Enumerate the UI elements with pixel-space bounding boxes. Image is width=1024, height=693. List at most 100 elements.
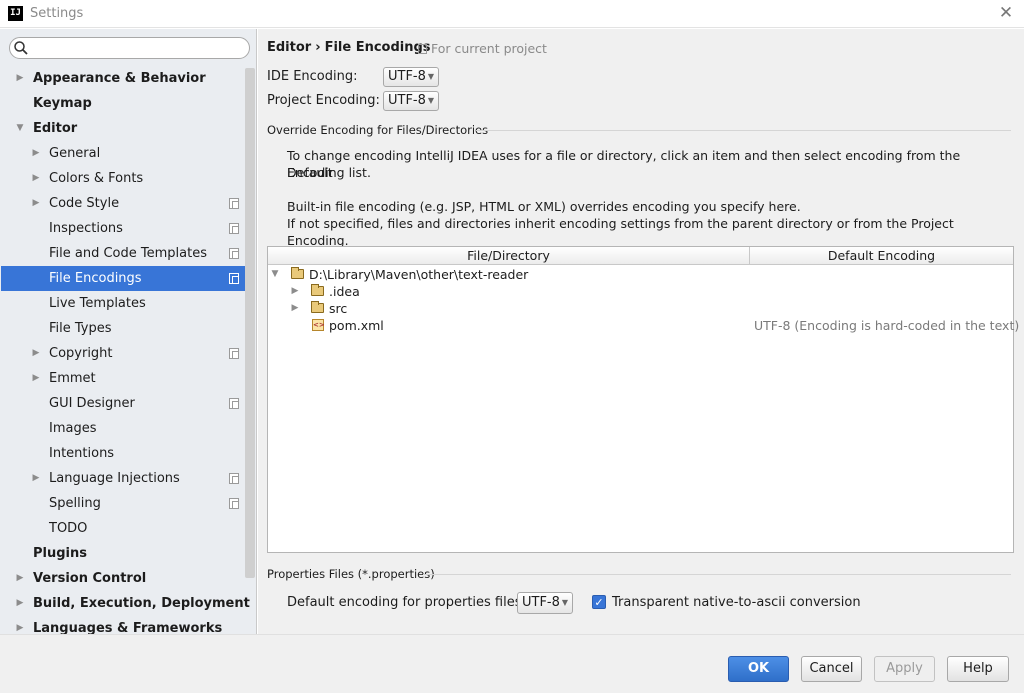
properties-encoding-label: Default encoding for properties files:: [287, 595, 526, 610]
project-scope-icon: [229, 473, 239, 484]
column-header-file-directory[interactable]: File/Directory: [268, 247, 750, 265]
sidebar-item-keymap[interactable]: Keymap: [1, 91, 245, 116]
project-scope-icon: [229, 223, 239, 234]
sidebar-item-general[interactable]: ▶ General: [1, 141, 245, 166]
sidebar-item-label: Language Injections: [49, 471, 180, 486]
table-row[interactable]: ▶ src: [268, 300, 1013, 317]
sidebar-item-label: Keymap: [33, 96, 92, 111]
search-input[interactable]: [32, 39, 244, 57]
sidebar-item-copyright[interactable]: ▶ Copyright: [1, 341, 245, 366]
sidebar-item-label: Spelling: [49, 496, 101, 511]
properties-encoding-value: UTF-8: [522, 595, 560, 610]
sidebar-item-inspections[interactable]: Inspections: [1, 216, 245, 241]
sidebar-item-file-code-templates[interactable]: File and Code Templates: [1, 241, 245, 266]
column-header-default-encoding[interactable]: Default Encoding: [750, 247, 1013, 265]
chevron-down-icon: ▼: [427, 96, 434, 105]
project-encoding-label: Project Encoding:: [267, 93, 380, 108]
sidebar-item-images[interactable]: Images: [1, 416, 245, 441]
project-scope-icon: [418, 44, 427, 54]
ide-encoding-select[interactable]: UTF-8 ▼: [383, 67, 439, 87]
project-scope-icon: [229, 348, 239, 359]
sidebar-item-label: Languages & Frameworks: [33, 621, 223, 634]
sidebar-item-intentions[interactable]: Intentions: [1, 441, 245, 466]
apply-button[interactable]: Apply: [874, 656, 935, 682]
breadcrumb: Editor › File Encodings: [267, 40, 431, 55]
table-row[interactable]: ▶ .idea: [268, 283, 1013, 300]
override-section-title: Override Encoding for Files/Directories: [267, 123, 489, 137]
folder-icon: [291, 267, 304, 279]
expand-arrow-icon[interactable]: ▶: [14, 591, 26, 616]
collapse-arrow-icon[interactable]: ▼: [14, 116, 26, 141]
sidebar-item-label: Colors & Fonts: [49, 171, 144, 186]
page-title: File Encodings: [324, 40, 431, 55]
settings-search[interactable]: [9, 37, 250, 59]
sidebar-item-spelling[interactable]: Spelling: [1, 491, 245, 516]
sidebar-item-label: Version Control: [33, 571, 147, 586]
project-scope-icon: [229, 398, 239, 409]
project-encoding-select[interactable]: UTF-8 ▼: [383, 91, 439, 111]
sidebar-item-label: File Types: [49, 321, 112, 336]
breadcrumb-parent[interactable]: Editor: [267, 40, 311, 55]
ide-encoding-value: UTF-8: [388, 69, 426, 84]
sidebar-item-colors-fonts[interactable]: ▶ Colors & Fonts: [1, 166, 245, 191]
sidebar-item-build-execution-deployment[interactable]: ▶ Build, Execution, Deployment: [1, 591, 250, 616]
expand-arrow-icon[interactable]: ▶: [14, 616, 26, 634]
expand-arrow-icon[interactable]: ▶: [30, 466, 42, 491]
expand-arrow-icon[interactable]: ▶: [30, 341, 42, 366]
expand-arrow-icon[interactable]: ▶: [30, 141, 42, 166]
sidebar-item-editor[interactable]: ▼ Editor: [1, 116, 245, 141]
title-bar: IJ Settings ✕: [0, 0, 1024, 28]
sidebar-item-emmet[interactable]: ▶ Emmet: [1, 366, 245, 391]
sidebar-item-label: Images: [49, 421, 97, 436]
project-scope-icon: [229, 198, 239, 209]
collapse-arrow-icon[interactable]: ▼: [269, 266, 281, 283]
expand-arrow-icon[interactable]: ▶: [14, 66, 26, 91]
ok-button[interactable]: OK: [728, 656, 789, 682]
transparent-conversion-checkbox[interactable]: ✓: [592, 595, 606, 609]
sidebar-item-label: Code Style: [49, 196, 120, 211]
sidebar-item-live-templates[interactable]: Live Templates: [1, 291, 245, 316]
sidebar-item-label: Inspections: [49, 221, 123, 236]
sidebar-item-label: Intentions: [49, 446, 115, 461]
cancel-button[interactable]: Cancel: [801, 656, 862, 682]
encoding-table[interactable]: File/Directory Default Encoding ▼ D:\Lib…: [267, 246, 1019, 553]
sidebar-item-label: Editor: [33, 121, 78, 136]
row-path: .idea: [329, 284, 360, 299]
dialog-button-bar: OK Cancel Apply Help: [0, 634, 1024, 693]
properties-encoding-select[interactable]: UTF-8 ▼: [517, 592, 573, 614]
folder-icon: [311, 284, 324, 296]
section-divider: [423, 574, 1011, 575]
sidebar-item-appearance-behavior[interactable]: ▶ Appearance & Behavior: [1, 66, 245, 91]
sidebar-scrollbar[interactable]: [245, 68, 255, 578]
project-encoding-value: UTF-8: [388, 93, 426, 108]
sidebar-item-file-encodings[interactable]: File Encodings: [1, 266, 245, 291]
sidebar-item-plugins[interactable]: Plugins: [1, 541, 245, 566]
scope-note: For current project: [418, 41, 547, 56]
table-row[interactable]: <> pom.xml UTF-8 (Encoding is hard-coded…: [268, 317, 1019, 334]
sidebar-item-label: Emmet: [49, 371, 96, 386]
sidebar-item-file-types[interactable]: File Types: [1, 316, 245, 341]
sidebar-item-label: General: [49, 146, 101, 161]
sidebar-item-gui-designer[interactable]: GUI Designer: [1, 391, 245, 416]
sidebar-item-language-injections[interactable]: ▶ Language Injections: [1, 466, 245, 491]
expand-arrow-icon[interactable]: ▶: [289, 283, 301, 300]
sidebar-item-languages-frameworks[interactable]: ▶ Languages & Frameworks: [1, 616, 245, 634]
sidebar-item-label: Build, Execution, Deployment: [33, 596, 250, 611]
sidebar-item-code-style[interactable]: ▶ Code Style: [1, 191, 245, 216]
expand-arrow-icon[interactable]: ▶: [14, 566, 26, 591]
expand-arrow-icon[interactable]: ▶: [289, 300, 301, 317]
expand-arrow-icon[interactable]: ▶: [30, 366, 42, 391]
row-path: src: [329, 301, 348, 316]
help-button[interactable]: Help: [947, 656, 1009, 682]
close-icon[interactable]: ✕: [996, 3, 1016, 23]
sidebar-item-label: Copyright: [49, 346, 113, 361]
row-encoding[interactable]: UTF-8 (Encoding is hard-coded in the tex…: [754, 317, 1019, 334]
table-row[interactable]: ▼ D:\Library\Maven\other\text-reader: [268, 266, 1013, 283]
expand-arrow-icon[interactable]: ▶: [30, 191, 42, 216]
sidebar-item-todo[interactable]: TODO: [1, 516, 245, 541]
expand-arrow-icon[interactable]: ▶: [30, 166, 42, 191]
transparent-conversion-label[interactable]: Transparent native-to-ascii conversion: [612, 595, 861, 610]
project-scope-icon: [229, 248, 239, 259]
intellij-app-icon: IJ: [8, 6, 23, 21]
sidebar-item-version-control[interactable]: ▶ Version Control: [1, 566, 245, 591]
